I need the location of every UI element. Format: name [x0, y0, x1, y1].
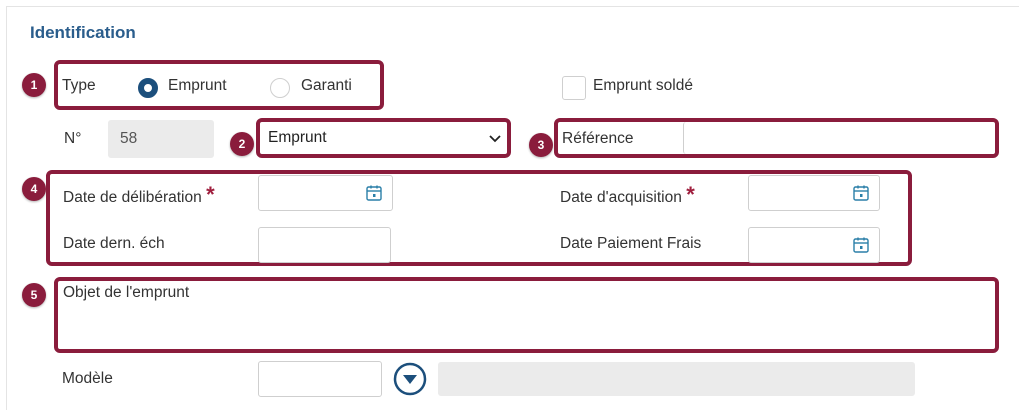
- badge-5: 5: [22, 283, 46, 307]
- deliberation-date-input[interactable]: [258, 175, 393, 211]
- dern-ech-label: Date dern. éch: [63, 235, 165, 252]
- numero-field: 58: [108, 120, 214, 158]
- acquisition-label: Date d'acquisition *: [560, 182, 695, 207]
- deliberation-label: Date de délibération *: [63, 182, 215, 207]
- modele-description-field: [438, 362, 915, 396]
- radio-emprunt[interactable]: [138, 78, 158, 98]
- expand-circle-icon[interactable]: [393, 362, 427, 396]
- badge-2: 2: [230, 132, 254, 156]
- calendar-icon[interactable]: [365, 184, 383, 202]
- emprunt-solde-label: Emprunt soldé: [593, 77, 693, 94]
- required-mark: *: [686, 182, 695, 207]
- objet-textarea[interactable]: [258, 281, 995, 349]
- badge-1: 1: [22, 73, 46, 97]
- badge-3: 3: [529, 133, 553, 157]
- badge-4: 4: [22, 177, 46, 201]
- chevron-down-icon: [489, 135, 501, 143]
- modele-label: Modèle: [62, 370, 113, 387]
- emprunt-select-value: Emprunt: [268, 129, 327, 146]
- numero-label: N°: [64, 130, 82, 147]
- required-mark: *: [206, 182, 215, 207]
- numero-value: 58: [120, 130, 138, 147]
- paiement-frais-date-input[interactable]: [748, 227, 880, 263]
- calendar-icon[interactable]: [852, 236, 870, 254]
- radio-emprunt-label[interactable]: Emprunt: [168, 77, 227, 95]
- acquisition-date-input[interactable]: [748, 175, 880, 211]
- radio-garanti-label[interactable]: Garanti: [301, 77, 352, 95]
- modele-input[interactable]: [258, 361, 382, 397]
- reference-input[interactable]: [683, 122, 995, 154]
- paiement-frais-label: Date Paiement Frais: [560, 235, 702, 252]
- emprunt-select[interactable]: Emprunt: [256, 118, 511, 158]
- radio-garanti[interactable]: [270, 78, 290, 98]
- section-title: Identification: [30, 23, 136, 42]
- dern-ech-date-input[interactable]: [258, 227, 391, 263]
- objet-label: Objet de l'emprunt: [63, 284, 190, 301]
- calendar-icon[interactable]: [852, 184, 870, 202]
- reference-label: Référence: [562, 130, 634, 147]
- type-label: Type: [62, 77, 96, 94]
- emprunt-solde-checkbox[interactable]: [562, 76, 586, 100]
